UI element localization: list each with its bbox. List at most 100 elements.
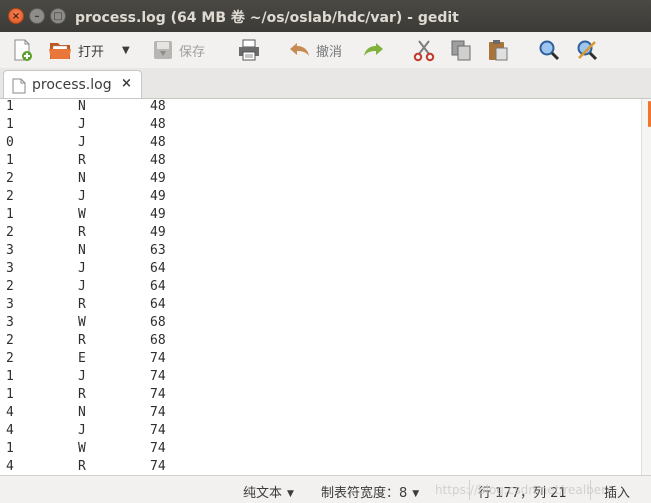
new-document-button[interactable] xyxy=(10,36,34,64)
undo-icon xyxy=(290,43,309,56)
text-field-1: 4 xyxy=(6,423,14,438)
paste-button[interactable] xyxy=(486,36,510,64)
toolbar: 打开 ▼ 保存 撤消 xyxy=(0,32,651,68)
text-field-3: 74 xyxy=(150,351,166,366)
text-field-2: J xyxy=(78,135,86,150)
search-icon xyxy=(539,40,560,61)
text-field-1: 1 xyxy=(6,369,14,384)
insert-mode: 插入 xyxy=(604,486,631,501)
text-field-1: 1 xyxy=(6,153,14,168)
search-button[interactable] xyxy=(537,36,561,64)
text-field-1: 1 xyxy=(6,441,14,456)
text-field-3: 48 xyxy=(150,135,166,150)
text-field-2: W xyxy=(78,207,86,222)
text-field-1: 3 xyxy=(6,315,14,330)
undo-button[interactable]: 撤消 xyxy=(288,36,342,64)
text-field-2: W xyxy=(78,441,86,456)
text-field-1: 2 xyxy=(6,279,14,294)
chevron-down-icon: ▼ xyxy=(122,44,130,56)
text-document-icon xyxy=(12,78,26,94)
window-title: process.log (64 MB 卷 ~/os/oslab/hdc/var)… xyxy=(75,10,459,26)
tab-label: process.log xyxy=(32,77,112,93)
text-field-1: 2 xyxy=(6,189,14,204)
text-field-1: 2 xyxy=(6,171,14,186)
tab-width-selector[interactable]: 制表符宽度：8 ▼ xyxy=(321,482,419,501)
save-label: 保存 xyxy=(179,44,206,60)
close-window-button[interactable]: × xyxy=(8,8,24,24)
chevron-down-icon: ▼ xyxy=(287,489,294,499)
text-field-1: 4 xyxy=(6,459,14,474)
text-field-1: 1 xyxy=(6,207,14,222)
maximize-window-button[interactable]: □ xyxy=(50,8,66,24)
text-field-1: 2 xyxy=(6,225,14,240)
open-folder-icon xyxy=(49,43,71,59)
text-field-3: 74 xyxy=(150,441,166,456)
text-field-1: 1 xyxy=(6,117,14,132)
text-field-3: 49 xyxy=(150,171,166,186)
language-label: 纯文本 xyxy=(243,486,283,501)
text-field-2: N xyxy=(78,243,86,258)
text-field-3: 64 xyxy=(150,279,166,294)
text-field-2: J xyxy=(78,117,86,132)
tab-width-label: 制表符宽度：8 xyxy=(321,486,408,501)
save-button[interactable]: 保存 xyxy=(151,36,205,64)
text-field-2: J xyxy=(78,279,86,294)
text-field-1: 2 xyxy=(6,351,14,366)
text-field-3: 64 xyxy=(150,297,166,312)
tab-close-icon[interactable]: × xyxy=(121,76,132,91)
text-field-3: 74 xyxy=(150,405,166,420)
find-replace-icon xyxy=(577,40,598,61)
text-field-2: N xyxy=(78,171,86,186)
copy-button[interactable] xyxy=(449,36,473,64)
text-field-3: 68 xyxy=(150,315,166,330)
text-field-2: J xyxy=(78,369,86,384)
title-bar: × – □ process.log (64 MB 卷 ~/os/oslab/hd… xyxy=(0,0,651,32)
tab-bar: process.log × xyxy=(0,68,651,99)
text-field-3: 74 xyxy=(150,423,166,438)
text-field-1: 2 xyxy=(6,333,14,348)
open-label: 打开 xyxy=(78,44,105,60)
text-editor[interactable]: 1 N 48 1 J 48 0 J 48 1 R 48 2 N 49 2 J 49 1 W 49 2 R 49 3 N 63 3 J 64… xyxy=(0,99,641,475)
vertical-scrollbar[interactable] xyxy=(641,99,651,475)
text-field-2: N xyxy=(78,99,86,114)
replace-button[interactable] xyxy=(575,36,599,64)
paste-icon xyxy=(489,40,508,61)
text-field-1: 1 xyxy=(6,99,14,114)
text-field-3: 63 xyxy=(150,243,166,258)
redo-button[interactable] xyxy=(361,36,385,64)
status-divider xyxy=(590,480,591,500)
text-field-3: 48 xyxy=(150,153,166,168)
watermark: https://blog.csdn.net/realbery xyxy=(435,483,614,497)
printer-icon xyxy=(239,39,259,61)
cut-button[interactable] xyxy=(412,36,436,64)
text-field-1: 4 xyxy=(6,405,14,420)
new-document-icon xyxy=(14,39,32,61)
text-field-1: 1 xyxy=(6,387,14,402)
text-field-2: R xyxy=(78,225,86,240)
redo-icon xyxy=(364,43,383,56)
text-field-3: 74 xyxy=(150,387,166,402)
save-icon xyxy=(154,41,172,59)
text-field-2: W xyxy=(78,315,86,330)
text-field-3: 64 xyxy=(150,261,166,276)
text-field-1: 3 xyxy=(6,261,14,276)
text-field-3: 74 xyxy=(150,369,166,384)
text-field-3: 74 xyxy=(150,459,166,474)
text-field-2: J xyxy=(78,423,86,438)
tab-process-log[interactable]: process.log × xyxy=(3,70,142,98)
print-button[interactable] xyxy=(237,36,261,64)
undo-label: 撤消 xyxy=(316,44,343,60)
text-field-1: 0 xyxy=(6,135,14,150)
text-field-1: 3 xyxy=(6,297,14,312)
text-field-3: 48 xyxy=(150,99,166,114)
language-selector[interactable]: 纯文本 ▼ xyxy=(243,482,294,501)
text-field-2: R xyxy=(78,333,86,348)
open-button[interactable]: 打开 xyxy=(48,36,104,64)
minimize-window-button[interactable]: – xyxy=(29,8,45,24)
open-recent-dropdown[interactable]: ▼ xyxy=(122,36,130,64)
text-field-2: R xyxy=(78,459,86,474)
text-field-2: J xyxy=(78,261,86,276)
text-field-2: R xyxy=(78,387,86,402)
text-field-1: 3 xyxy=(6,243,14,258)
text-field-3: 48 xyxy=(150,117,166,132)
